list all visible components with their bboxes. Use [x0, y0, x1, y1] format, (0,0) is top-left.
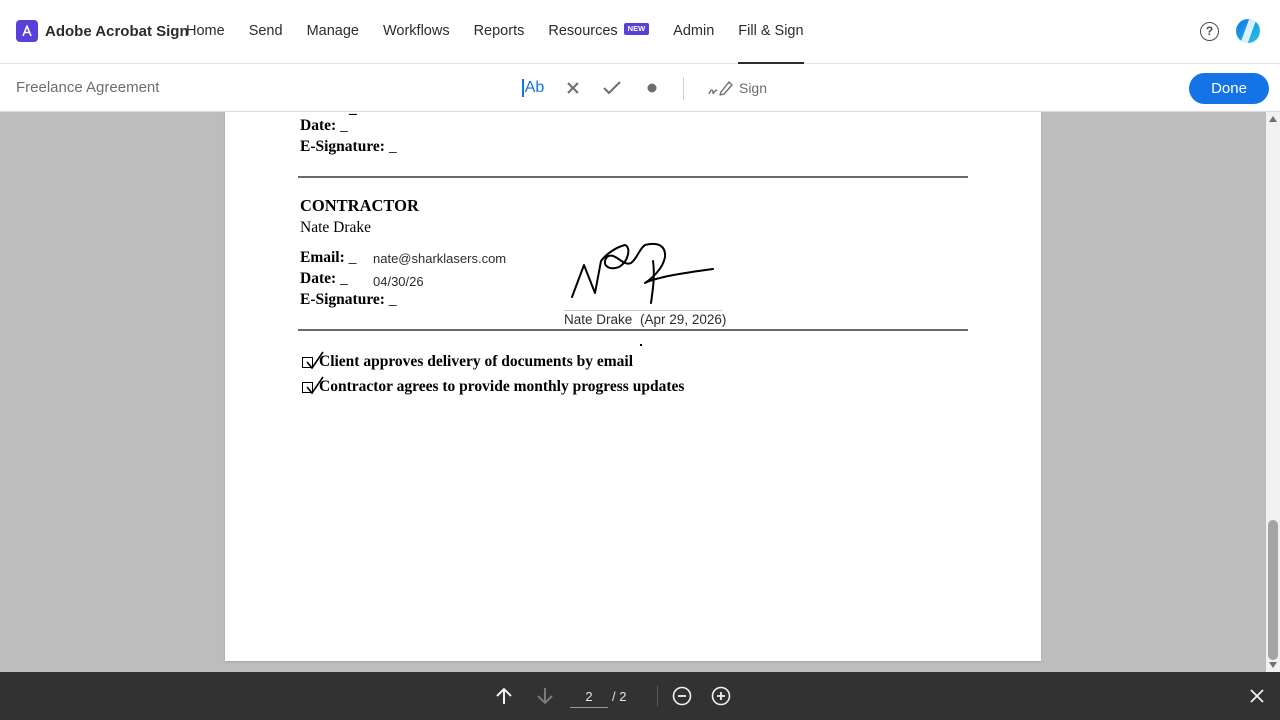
checkmark-icon [603, 81, 621, 95]
add-cross-button[interactable] [562, 74, 584, 102]
nav-item-reports[interactable]: Reports [474, 0, 525, 64]
scroll-down-arrow-icon[interactable] [1269, 662, 1277, 668]
scroll-thumb[interactable] [1268, 520, 1278, 660]
checkbox-label: Client approves delivery of documents by… [319, 353, 634, 370]
esignature-blank: _ [388, 138, 397, 155]
checkbox-label: Contractor agrees to provide monthly pro… [319, 378, 685, 395]
page-total: / 2 [612, 689, 627, 704]
page-number-input[interactable] [570, 686, 608, 708]
nav-item-manage[interactable]: Manage [307, 0, 359, 64]
dot-icon [647, 83, 657, 93]
bottom-bar-divider [657, 686, 658, 706]
nav-label: Reports [473, 23, 525, 39]
main-nav: Home Send Manage Workflows Reports Resou… [186, 0, 828, 64]
cross-icon [567, 82, 579, 94]
handwritten-signature[interactable] [565, 237, 725, 307]
scroll-up-arrow-icon[interactable] [1269, 116, 1277, 122]
close-icon [1250, 689, 1264, 703]
add-dot-button[interactable] [641, 74, 663, 102]
nav-label: Home [186, 23, 225, 39]
add-checkmark-button[interactable] [601, 74, 623, 102]
previous-page-button[interactable] [492, 684, 516, 708]
contractor-esignature-field: E-Signature: _ [300, 291, 397, 309]
document-page: _ Date: _ E-Signature: _ CONTRACTOR Nate… [225, 112, 1041, 661]
date-value-field[interactable]: 04/30/26 [373, 274, 424, 289]
text-tool-icon: Ab [524, 79, 545, 96]
page-navigation-bar: / 2 [0, 672, 1280, 720]
contractor-date-field: Date: _ [300, 270, 348, 288]
close-button[interactable] [1245, 684, 1269, 708]
zoom-in-button[interactable] [709, 684, 733, 708]
zoom-out-icon [672, 686, 692, 706]
next-page-button[interactable] [533, 684, 557, 708]
brand[interactable]: Adobe Acrobat Sign [16, 20, 189, 42]
signature-line [564, 310, 722, 311]
vertical-scrollbar[interactable] [1266, 112, 1280, 672]
document-viewer: _ Date: _ E-Signature: _ CONTRACTOR Nate… [0, 112, 1280, 672]
email-label: Email: [300, 249, 345, 266]
nav-item-admin[interactable]: Admin [673, 0, 714, 64]
date-blank: _ [340, 117, 348, 134]
arrow-down-icon [537, 688, 553, 705]
nav-label: Fill & Sign [738, 23, 804, 39]
section-divider [298, 176, 968, 178]
help-icon[interactable]: ? [1200, 22, 1219, 41]
dot-mark [640, 344, 642, 346]
nav-label: Manage [306, 23, 359, 39]
client-esignature-field: E-Signature: _ [300, 138, 397, 156]
nav-item-resources[interactable]: Resources NEW [548, 0, 650, 64]
acrobat-sign-logo-icon [16, 20, 38, 42]
email-value-field[interactable]: nate@sharklasers.com [373, 251, 506, 266]
signature-caption: Nate Drake (Apr 29, 2026) [564, 312, 726, 327]
nav-item-home[interactable]: Home [186, 0, 225, 64]
done-button[interactable]: Done [1189, 73, 1269, 104]
nav-item-send[interactable]: Send [249, 0, 283, 64]
esignature-label: E-Signature: [300, 138, 385, 155]
brand-name: Adobe Acrobat Sign [45, 22, 189, 40]
date-label: Date: [300, 117, 337, 134]
date-blank: _ [340, 270, 348, 287]
contractor-name: Nate Drake [300, 219, 371, 236]
client-date-field: Date: _ [300, 117, 348, 135]
esignature-label: E-Signature: [300, 291, 385, 308]
signer-name: Nate Drake [564, 312, 633, 327]
zoom-out-button[interactable] [670, 684, 694, 708]
fill-sign-toolbar: Freelance Agreement Ab Sign Done [0, 65, 1280, 112]
contractor-heading: CONTRACTOR [300, 196, 419, 215]
text-cursor-icon [521, 79, 524, 97]
document-title: Freelance Agreement [16, 79, 160, 96]
esignature-blank: _ [388, 291, 397, 308]
arrow-up-icon [496, 687, 512, 704]
toolbar-divider [683, 77, 684, 100]
email-blank: _ [348, 249, 357, 266]
top-navigation: Adobe Acrobat Sign Home Send Manage Work… [0, 0, 1280, 64]
partial-field-blank: _ [349, 112, 357, 118]
nav-item-fill-sign[interactable]: Fill & Sign [738, 0, 804, 64]
contractor-email-field: Email: _ [300, 249, 356, 267]
nav-label: Resources [548, 23, 618, 39]
sign-label: Sign [738, 80, 768, 96]
nav-label: Admin [673, 23, 715, 39]
sign-button[interactable]: Sign [704, 74, 770, 102]
zoom-in-icon [711, 686, 731, 706]
nav-label: Workflows [382, 23, 450, 39]
sign-pen-icon [708, 81, 733, 96]
avatar[interactable] [1236, 19, 1260, 43]
section-divider [298, 329, 968, 331]
signed-date: (Apr 29, 2026) [640, 312, 727, 327]
add-text-button[interactable]: Ab [518, 74, 548, 102]
nav-item-workflows[interactable]: Workflows [383, 0, 450, 64]
nav-label: Send [248, 23, 283, 39]
new-badge: NEW [623, 23, 650, 36]
date-label: Date: [300, 270, 337, 287]
